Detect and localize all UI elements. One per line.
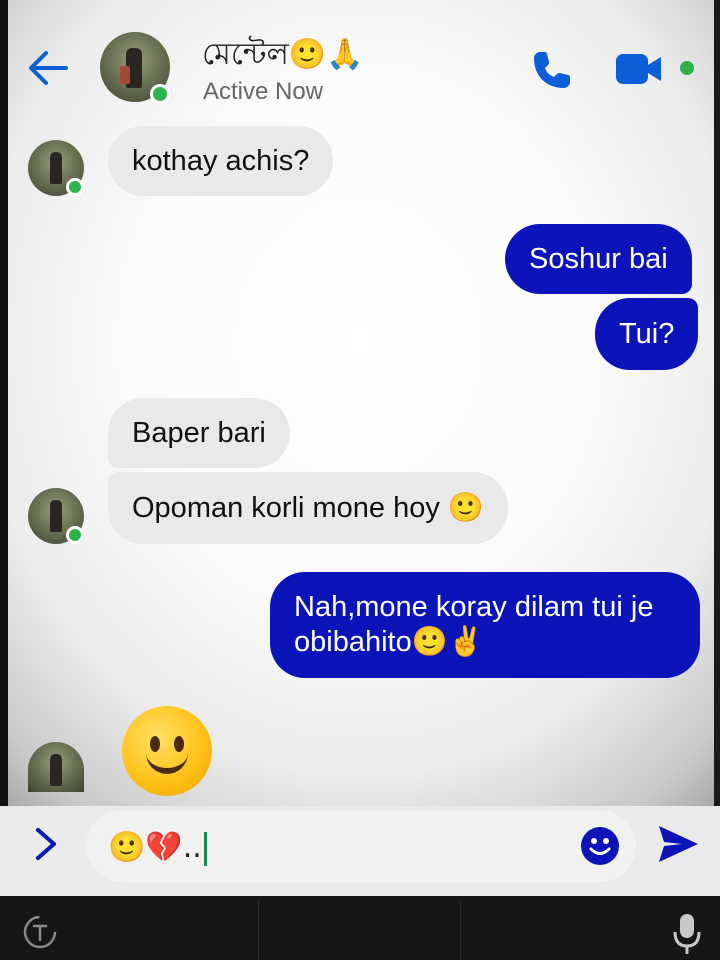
send-icon[interactable]: [656, 822, 700, 866]
active-status: Active Now: [203, 78, 324, 105]
message-line: obibahito🙂✌: [294, 626, 484, 658]
avatar-figure-detail: [120, 66, 130, 84]
translate-icon[interactable]: [22, 914, 58, 950]
keyboard-toolbar: [0, 896, 720, 960]
online-indicator: [66, 526, 84, 544]
message-incoming[interactable]: Baper bari: [108, 398, 290, 468]
message-outgoing[interactable]: Tui?: [595, 298, 699, 370]
emoji-eye: [174, 736, 184, 752]
divider: [460, 900, 461, 960]
emoji-mouth: [146, 752, 188, 774]
avatar-figure: [50, 754, 62, 786]
active-dot: [680, 61, 694, 75]
contact-avatar-small[interactable]: [28, 742, 84, 792]
online-indicator: [66, 178, 84, 196]
video-camera-icon[interactable]: [614, 50, 664, 88]
avatar-figure: [50, 152, 62, 184]
back-arrow-icon[interactable]: [26, 48, 70, 88]
chevron-right-icon[interactable]: [30, 824, 62, 864]
chat-header: মেন্টেল🙂🙏 Active Now: [0, 0, 720, 120]
emoji-eye: [150, 736, 160, 752]
divider: [258, 900, 259, 960]
message-input-value[interactable]: 🙂💔..: [108, 828, 207, 868]
large-emoji-message[interactable]: 🙂: [122, 706, 212, 796]
message-line: Nah,mone koray dilam tui je: [294, 591, 654, 623]
microphone-icon[interactable]: [672, 912, 702, 956]
message-outgoing[interactable]: Soshur bai: [505, 224, 692, 294]
message-outgoing-multiline[interactable]: Nah,mone koray dilam tui je obibahito🙂✌: [270, 572, 700, 678]
message-incoming[interactable]: kothay achis?: [108, 126, 334, 196]
input-text: 🙂💔..: [108, 830, 202, 865]
message-incoming[interactable]: Opoman korli mone hoy 🙂: [108, 472, 509, 544]
contact-name[interactable]: মেন্টেল🙂🙏: [202, 30, 364, 81]
avatar-figure: [50, 500, 62, 532]
text-caret: [203, 831, 207, 866]
contact-avatar-small[interactable]: [28, 488, 84, 544]
contact-avatar-small[interactable]: [28, 140, 84, 196]
phone-icon[interactable]: [528, 46, 576, 94]
emoji-icon[interactable]: [580, 826, 620, 866]
online-indicator: [150, 84, 170, 104]
